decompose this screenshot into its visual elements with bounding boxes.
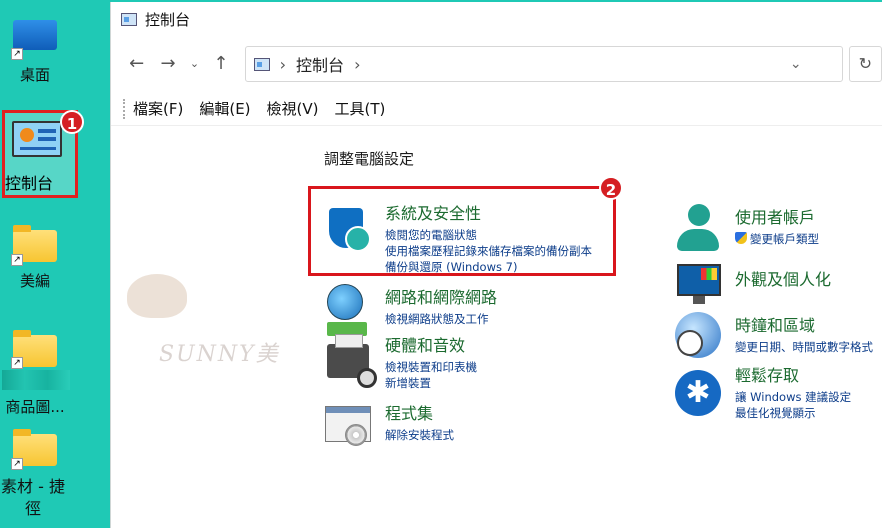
step-badge-1: 1: [60, 110, 84, 134]
desktop-item-label: 控制台: [5, 174, 54, 193]
menu-edit[interactable]: 編輯(E): [199, 98, 250, 119]
up-arrow-icon[interactable]: ↑: [205, 48, 236, 80]
category-user-accounts: 使用者帳戶 變更帳戶類型: [735, 204, 819, 247]
category-clock-region: 時鐘和區域 變更日期、時間或數字格式: [735, 312, 873, 355]
control-panel-content: 調整電腦設定 SUNNY美 2 系統及安全性 檢閱您的電腦狀態 使用檔案歷程記錄…: [111, 126, 882, 528]
category-title[interactable]: 系統及安全性: [385, 200, 592, 224]
back-arrow-icon[interactable]: ←: [121, 48, 152, 80]
category-link[interactable]: 檢閱您的電腦狀態: [385, 227, 592, 243]
category-link[interactable]: 最佳化視覺顯示: [735, 405, 851, 421]
title-bar[interactable]: 控制台: [111, 2, 882, 36]
category-link[interactable]: 讓 Windows 建議設定: [735, 389, 851, 405]
uac-shield-icon: [735, 232, 747, 244]
clock-globe-icon: [675, 312, 721, 358]
shortcut-arrow-icon: ↗: [11, 357, 23, 369]
breadcrumb-separator-icon[interactable]: ›: [354, 55, 360, 74]
navigation-bar: ← → ⌄ ↑ › 控制台 › ⌄ ↻: [111, 36, 882, 92]
step-badge-2: 2: [599, 176, 623, 200]
blurred-label: [2, 370, 70, 390]
printer-icon: [327, 334, 379, 390]
menu-tools[interactable]: 工具(T): [335, 98, 386, 119]
menu-file[interactable]: 檔案(F): [133, 98, 183, 119]
control-panel-small-icon: [121, 12, 137, 26]
shortcut-arrow-icon: ↗: [11, 48, 23, 60]
desktop-item-label: 商品圖...: [5, 398, 65, 416]
category-link[interactable]: 新增裝置: [385, 375, 477, 391]
category-title[interactable]: 硬體和音效: [385, 332, 477, 356]
page-heading: 調整電腦設定: [324, 150, 415, 168]
category-link[interactable]: 檢視網路狀態及工作: [385, 311, 497, 327]
speaker-icon: [357, 368, 377, 388]
category-appearance: 外觀及個人化: [735, 266, 831, 293]
desktop-item-label: 美編: [19, 272, 50, 290]
accessibility-icon: ✱: [675, 370, 721, 416]
category-link[interactable]: 備份與還原 (Windows 7): [385, 259, 592, 275]
desktop-item-label: 素材 - 捷徑: [1, 477, 65, 518]
category-network: 網路和網際網路 檢視網路狀態及工作: [385, 284, 497, 327]
menu-bar: 檔案(F) 編輯(E) 檢視(V) 工具(T): [111, 92, 882, 126]
category-programs: 程式集 解除安裝程式: [385, 400, 454, 443]
shortcut-arrow-icon: ↗: [11, 458, 23, 470]
control-panel-small-icon: [253, 57, 270, 71]
shortcut-arrow-icon: ↗: [11, 254, 23, 266]
breadcrumb-control-panel[interactable]: 控制台: [296, 52, 344, 76]
category-system-security: 系統及安全性 檢閱您的電腦狀態 使用檔案歷程記錄來儲存檔案的備份副本 備份與還原…: [385, 200, 592, 275]
category-hardware: 硬體和音效 檢視裝置和印表機 新增裝置: [385, 332, 477, 391]
window-title: 控制台: [145, 10, 191, 29]
category-title[interactable]: 輕鬆存取: [735, 362, 851, 386]
refresh-button[interactable]: ↻: [848, 46, 882, 82]
desktop: ↗ 桌面 控制台 1 ↗ 美編 ↗ 商品圖... ↗ 素材 - 捷徑: [0, 0, 112, 528]
category-link[interactable]: 變更日期、時間或數字格式: [735, 339, 873, 355]
address-bar[interactable]: › 控制台 › ⌄: [244, 46, 843, 82]
category-title[interactable]: 外觀及個人化: [735, 266, 831, 290]
network-globe-icon: [327, 284, 367, 336]
programs-icon: [325, 406, 377, 452]
toolbar-grip: [123, 98, 125, 119]
category-link[interactable]: 使用檔案歷程記錄來儲存檔案的備份副本: [385, 243, 592, 259]
category-title[interactable]: 時鐘和區域: [735, 312, 873, 336]
shield-icon: [329, 208, 371, 252]
cat-watermark-icon: [127, 274, 187, 318]
category-title[interactable]: 使用者帳戶: [735, 204, 819, 228]
monitor-icon: [13, 20, 57, 50]
breadcrumb-separator-icon[interactable]: ›: [280, 55, 286, 74]
forward-arrow-icon[interactable]: →: [152, 48, 183, 80]
category-title[interactable]: 程式集: [385, 400, 454, 424]
desktop-item-label: 桌面: [19, 66, 50, 84]
disc-icon: [345, 424, 367, 446]
user-accounts-icon: [677, 204, 719, 251]
category-link[interactable]: 變更帳戶類型: [735, 231, 819, 247]
menu-view[interactable]: 檢視(V): [267, 98, 319, 119]
category-title[interactable]: 網路和網際網路: [385, 284, 497, 308]
appearance-monitor-icon: [677, 264, 721, 304]
sunny-watermark: SUNNY美: [119, 264, 324, 374]
category-link[interactable]: 解除安裝程式: [385, 427, 454, 443]
control-panel-icon: [12, 121, 62, 157]
watermark-text: SUNNY美: [159, 342, 280, 367]
control-panel-window: 控制台 ← → ⌄ ↑ › 控制台 › ⌄ ↻ 檔案(F) 編輯(E) 檢視(V…: [110, 2, 882, 528]
address-dropdown-chevron-icon[interactable]: ⌄: [790, 56, 802, 72]
category-ease-of-access: 輕鬆存取 讓 Windows 建議設定 最佳化視覺顯示: [735, 362, 851, 421]
recent-locations-chevron-icon[interactable]: ⌄: [184, 48, 206, 80]
category-link[interactable]: 檢視裝置和印表機: [385, 359, 477, 375]
